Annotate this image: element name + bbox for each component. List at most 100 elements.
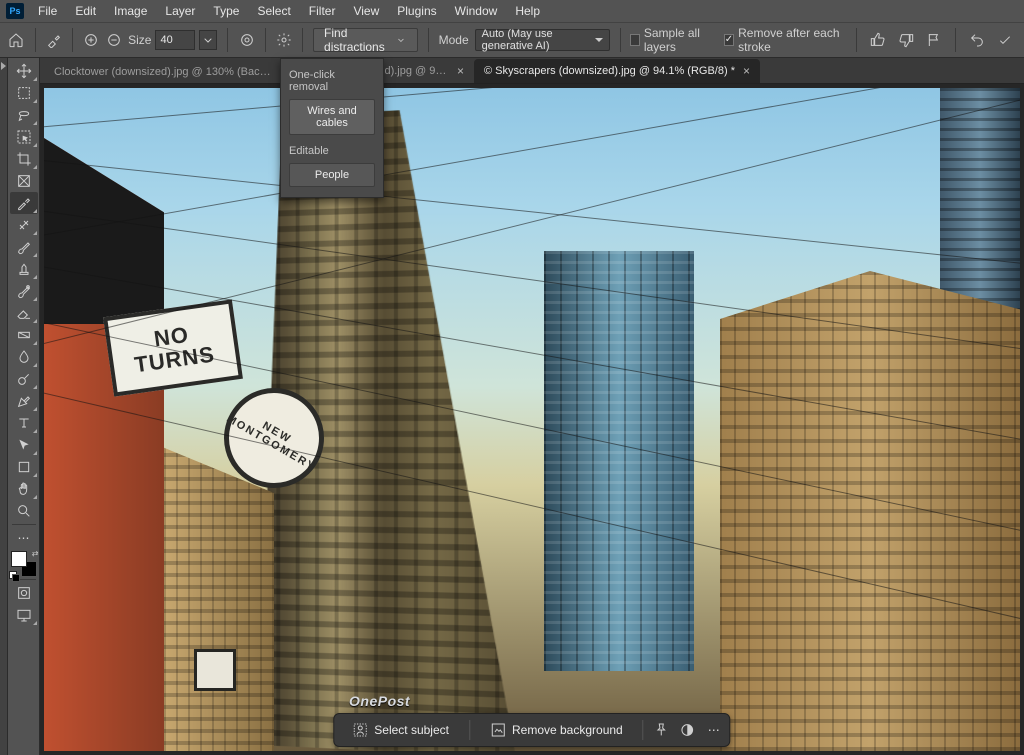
brush-size-group: Size 40 [128,30,217,50]
eraser-tool[interactable] [10,302,38,324]
panel-section-label: Editable [289,143,375,163]
menu-edit[interactable]: Edit [67,2,104,20]
path-selection-tool[interactable] [10,434,38,456]
size-label: Size [128,33,151,47]
frame-tool[interactable] [10,170,38,192]
image-wire [44,88,1020,239]
brush-tool[interactable] [10,236,38,258]
find-distractions-button[interactable]: Find distractions [313,28,418,52]
options-bar: Size 40 Find distractions Mode Auto (May… [0,22,1024,58]
divider [643,720,644,740]
document-tabs: Clocktower (downsized).jpg @ 130% (Backg… [40,58,1024,84]
wires-and-cables-button[interactable]: Wires and cables [289,99,375,135]
crop-tool[interactable] [10,148,38,170]
remove-background-button[interactable]: Remove background [480,717,633,743]
image-building [720,271,1020,751]
gradient-tool[interactable] [10,324,38,346]
default-colors-icon[interactable] [9,571,17,579]
screen-mode-icon[interactable] [10,604,38,626]
divider [620,28,621,52]
divider [302,28,303,52]
swap-colors-icon[interactable]: ⇄ [32,549,39,558]
gear-icon[interactable] [276,29,293,51]
divider [265,28,266,52]
checkbox-icon [724,34,734,46]
menu-view[interactable]: View [345,2,387,20]
canvas-viewport[interactable]: NO TURNS NEW MONTGOMERY OnePost Select s… [40,84,1024,755]
toolbar-separator [12,524,36,525]
contextual-task-bar[interactable]: Select subject Remove background ⋯ [333,713,730,747]
menu-image[interactable]: Image [106,2,155,20]
divider [72,28,73,52]
divider [469,720,470,740]
canvas-image: NO TURNS NEW MONTGOMERY OnePost [44,88,1020,751]
lasso-tool[interactable] [10,104,38,126]
add-to-selection-icon[interactable] [83,29,100,51]
dodge-tool[interactable] [10,368,38,390]
pen-tool[interactable] [10,390,38,412]
move-tool[interactable] [10,60,38,82]
type-tool[interactable] [10,412,38,434]
undo-icon[interactable] [966,29,988,51]
close-tab-icon[interactable]: × [457,64,464,78]
thumbs-up-icon[interactable] [867,29,889,51]
menu-layer[interactable]: Layer [157,2,203,20]
object-selection-tool[interactable] [10,126,38,148]
size-input[interactable]: 40 [155,30,195,50]
menu-file[interactable]: File [30,2,65,20]
divider [856,28,857,52]
hand-tool[interactable] [10,478,38,500]
menu-plugins[interactable]: Plugins [389,2,444,20]
shape-tool[interactable] [10,456,38,478]
divider [227,28,228,52]
clone-stamp-tool[interactable] [10,258,38,280]
expand-triangle-icon [1,62,6,70]
thumbs-down-icon[interactable] [895,29,917,51]
tab-skyscrapers[interactable]: © Skyscrapers (downsized).jpg @ 94.1% (R… [474,59,760,83]
brush-settings-icon[interactable] [238,29,255,51]
find-distractions-label: Find distractions [324,26,389,54]
people-button[interactable]: People [289,163,375,187]
tool-preset-icon[interactable] [45,29,62,51]
image-sign-post [44,138,164,751]
adjustments-icon[interactable] [680,722,696,738]
panel-section-label: One-click removal [289,67,375,99]
size-dropdown-icon[interactable] [199,30,217,50]
more-icon[interactable]: ⋯ [706,722,722,738]
select-subject-button[interactable]: Select subject [342,717,459,743]
collapsed-panel-handle[interactable] [0,58,8,755]
menu-filter[interactable]: Filter [301,2,344,20]
flag-icon[interactable] [923,29,945,51]
image-wire [44,158,1020,274]
menu-select[interactable]: Select [249,2,298,20]
remove-after-stroke-checkbox[interactable]: Remove after each stroke [724,26,840,54]
marquee-tool[interactable] [10,82,38,104]
image-small-sign [194,649,236,691]
zoom-tool[interactable] [10,500,38,522]
menu-help[interactable]: Help [507,2,548,20]
mode-select[interactable]: Auto (May use generative AI) [475,29,610,51]
history-brush-tool[interactable] [10,280,38,302]
commit-check-icon[interactable] [994,29,1016,51]
close-tab-icon[interactable]: × [743,64,750,78]
color-swatches[interactable]: ⇄ [11,551,37,577]
home-icon[interactable] [8,29,25,51]
quick-mask-icon[interactable] [10,582,38,604]
checkbox-icon [630,34,639,46]
pin-icon[interactable] [654,722,670,738]
edit-toolbar-icon[interactable]: ⋯ [10,527,38,549]
foreground-color-swatch[interactable] [11,551,27,567]
menu-window[interactable]: Window [447,2,506,20]
eyedropper-tool[interactable] [10,192,38,214]
image-onepost-text: OnePost [349,693,410,709]
remove-after-stroke-label: Remove after each stroke [738,26,840,54]
tab-clocktower[interactable]: Clocktower (downsized).jpg @ 130% (Backg… [44,61,284,83]
sample-all-layers-checkbox[interactable]: Sample all layers [630,26,711,54]
menu-bar: Ps File Edit Image Layer Type Select Fil… [0,0,1024,22]
app-logo: Ps [6,3,24,19]
healing-brush-tool[interactable] [10,214,38,236]
subtract-from-selection-icon[interactable] [105,29,122,51]
blur-tool[interactable] [10,346,38,368]
divider [428,28,429,52]
menu-type[interactable]: Type [205,2,247,20]
